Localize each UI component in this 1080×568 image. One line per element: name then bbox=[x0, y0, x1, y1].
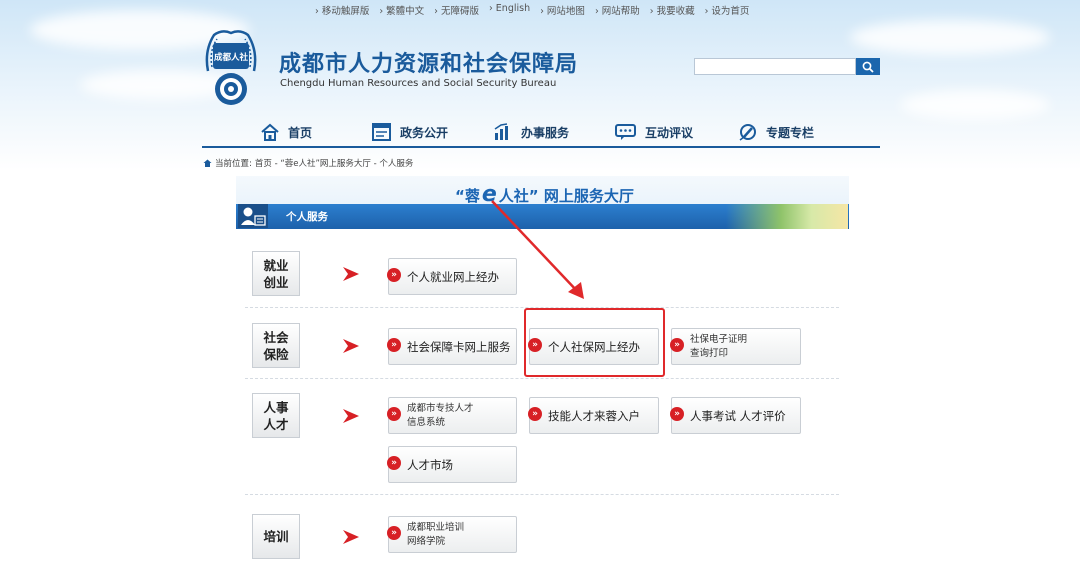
service-label: 成都市专技人才 信息系统 bbox=[407, 402, 474, 428]
breadcrumb-path[interactable]: 首页 - “蓉e人社”网上服务大厅 - 个人服务 bbox=[255, 157, 413, 169]
category-training: 培训 bbox=[252, 514, 300, 559]
category-social-insurance: 社会 保险 bbox=[252, 323, 300, 368]
site-title-english: Chengdu Human Resources and Social Secur… bbox=[280, 78, 557, 89]
arrow-right-icon bbox=[343, 409, 359, 423]
nav-item-home[interactable]: 首页 bbox=[260, 123, 312, 141]
top-link-homepage[interactable]: › 设为首页 bbox=[705, 3, 750, 17]
document-icon bbox=[372, 123, 391, 141]
svg-text:成都人社: 成都人社 bbox=[214, 52, 249, 63]
double-chevron-icon: » bbox=[387, 268, 401, 282]
nav-item-government[interactable]: 政务公开 bbox=[372, 123, 448, 141]
hall-title-part-b: 人社” 网上服务大厅 bbox=[498, 187, 634, 205]
search-button[interactable] bbox=[856, 58, 880, 75]
nav-item-interaction[interactable]: 互动评议 bbox=[615, 123, 693, 141]
category-label-line1: 社会 bbox=[263, 329, 289, 345]
pen-icon bbox=[739, 124, 756, 141]
top-link-traditional[interactable]: › 繁體中文 bbox=[379, 3, 424, 17]
home-small-icon bbox=[203, 159, 212, 167]
top-link-english[interactable]: › English bbox=[489, 3, 530, 17]
service-training-college[interactable]: » 成都职业培训 网络学院 bbox=[387, 516, 517, 553]
service-employment-online[interactable]: » 个人就业网上经办 bbox=[387, 258, 517, 295]
category-employment: 就业 创业 bbox=[252, 251, 300, 296]
double-chevron-icon: » bbox=[670, 407, 684, 421]
category-label-line2: 保险 bbox=[263, 346, 289, 362]
service-label: 技能人才来蓉入户 bbox=[548, 408, 640, 423]
category-label-line1: 人事 bbox=[263, 399, 289, 415]
top-link-help[interactable]: › 网站帮助 bbox=[595, 3, 640, 17]
category-label-line1: 培训 bbox=[263, 529, 289, 544]
arrow-right-icon bbox=[343, 339, 359, 353]
double-chevron-icon: » bbox=[387, 456, 401, 470]
nav-item-services[interactable]: 办事服务 bbox=[493, 123, 569, 141]
breadcrumb: 当前位置: 首页 - “蓉e人社”网上服务大厅 - 个人服务 bbox=[203, 157, 413, 169]
row-separator bbox=[245, 378, 839, 379]
site-title: 成都市人力资源和社会保障局 bbox=[279, 52, 579, 77]
arrow-right-icon bbox=[343, 267, 359, 281]
top-link-accessible[interactable]: › 无障碍版 bbox=[434, 3, 479, 17]
highlight-box bbox=[524, 308, 665, 377]
nav-label-government: 政务公开 bbox=[400, 125, 449, 140]
service-label: 社保电子证明 查询打印 bbox=[690, 333, 748, 359]
service-talent-market[interactable]: » 人才市场 bbox=[387, 446, 517, 483]
top-links-bar: › 移动触屏版 › 繁體中文 › 无障碍版 › English › 网站地图 ›… bbox=[315, 3, 749, 17]
bureau-logo[interactable]: 成都人社 bbox=[202, 27, 260, 109]
decorative-landscape-image bbox=[726, 204, 848, 229]
row-separator bbox=[245, 494, 839, 495]
category-personnel-talent: 人事 人才 bbox=[252, 393, 300, 438]
nav-label-interaction: 互动评议 bbox=[645, 125, 694, 140]
double-chevron-icon: » bbox=[387, 526, 401, 540]
double-chevron-icon: » bbox=[387, 338, 401, 352]
breadcrumb-prefix: 当前位置: bbox=[215, 159, 252, 169]
search-icon bbox=[862, 61, 874, 73]
nav-item-topics[interactable]: 专题专栏 bbox=[738, 123, 814, 141]
service-talent-info-system[interactable]: » 成都市专技人才 信息系统 bbox=[387, 397, 517, 434]
service-label: 人事考试 人才评价 bbox=[690, 408, 786, 423]
hall-title-part-a: “蓉 bbox=[455, 187, 480, 205]
service-label: 成都职业培训 网络学院 bbox=[407, 521, 465, 547]
service-exam-evaluation[interactable]: » 人事考试 人才评价 bbox=[670, 397, 801, 434]
category-label-line1: 就业 bbox=[263, 257, 289, 273]
service-label: 个人就业网上经办 bbox=[407, 269, 499, 284]
nav-label-services: 办事服务 bbox=[521, 125, 570, 140]
top-link-favorite[interactable]: › 我要收藏 bbox=[650, 3, 695, 17]
double-chevron-icon: » bbox=[528, 407, 542, 421]
nav-label-home: 首页 bbox=[288, 125, 313, 140]
search-input[interactable] bbox=[694, 58, 856, 75]
nav-label-topics: 专题专栏 bbox=[766, 125, 815, 140]
service-social-security-card[interactable]: » 社会保障卡网上服务 bbox=[387, 328, 517, 365]
bar-chart-icon bbox=[494, 123, 508, 140]
double-chevron-icon: » bbox=[670, 338, 684, 352]
top-link-sitemap[interactable]: › 网站地图 bbox=[540, 3, 585, 17]
user-card-icon bbox=[238, 204, 268, 228]
service-skill-talent-residence[interactable]: » 技能人才来蓉入户 bbox=[528, 397, 659, 434]
home-icon bbox=[261, 123, 279, 141]
chat-icon bbox=[615, 124, 636, 140]
category-label-line2: 人才 bbox=[263, 416, 289, 432]
top-link-mobile[interactable]: › 移动触屏版 bbox=[315, 3, 369, 17]
arrow-right-icon bbox=[343, 530, 359, 544]
double-chevron-icon: » bbox=[387, 407, 401, 421]
service-label: 社会保障卡网上服务 bbox=[407, 339, 511, 354]
category-label-line2: 创业 bbox=[263, 274, 289, 290]
service-label: 人才市场 bbox=[407, 457, 453, 472]
service-ss-certificate-print[interactable]: » 社保电子证明 查询打印 bbox=[670, 328, 801, 365]
main-nav: 首页 政务公开 办事服务 互动评议 专题专栏 bbox=[202, 120, 880, 148]
section-title: 个人服务 bbox=[286, 211, 328, 223]
